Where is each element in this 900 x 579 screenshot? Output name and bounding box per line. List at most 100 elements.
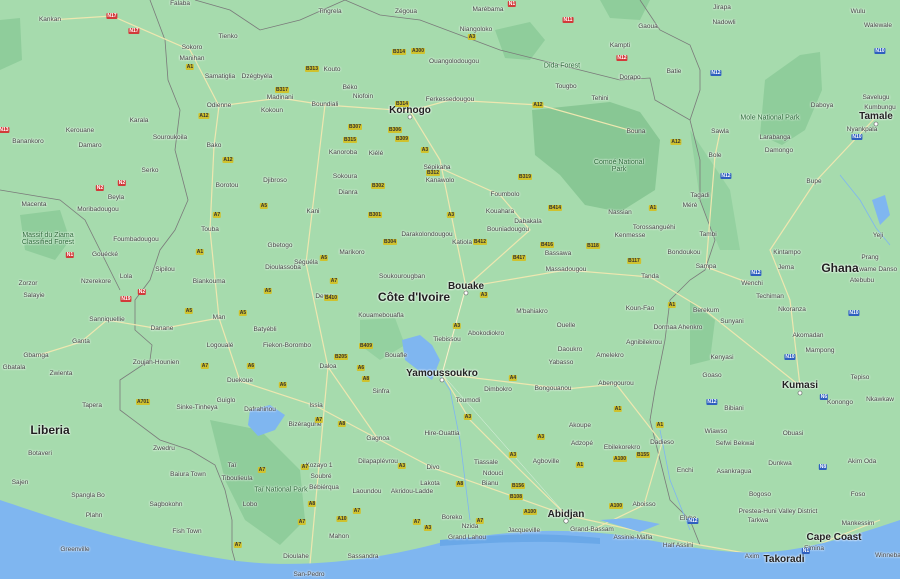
town-label-ouangolodougou[interactable]: Ouangolodougou [429, 58, 479, 66]
town-label-odienne[interactable]: Odienne [207, 102, 232, 110]
town-label-dabakala[interactable]: Dabakala [514, 218, 541, 226]
town-label-nassian[interactable]: Nassian [608, 209, 631, 217]
town-label-wulu[interactable]: Wulu [851, 8, 866, 16]
country-label-ghana[interactable]: Ghana [821, 262, 858, 274]
town-label-dz-gby-la[interactable]: Dzégbyéla [242, 73, 273, 81]
town-label-samatiglia[interactable]: Samatiglia [205, 73, 235, 81]
town-label-atebubu[interactable]: Atebubu [850, 277, 874, 285]
town-label-beyla[interactable]: Beyla [108, 194, 124, 202]
town-label-tiboulieula[interactable]: Tiboulieula [221, 475, 252, 483]
town-label-soubr[interactable]: Soubré [311, 473, 332, 481]
park-label-mole-national-park[interactable]: Mole National Park [740, 115, 800, 122]
town-label-plahn[interactable]: Plahn [86, 512, 103, 520]
town-label-agboville[interactable]: Agboville [533, 458, 559, 466]
town-label-techiman[interactable]: Techiman [756, 293, 784, 301]
town-label-bibiani[interactable]: Bibiani [724, 405, 744, 413]
town-label-sokoura[interactable]: Sokoura [333, 173, 357, 181]
town-label-kouto[interactable]: Kouto [324, 66, 341, 74]
city-label-abidjan[interactable]: Abidjan [548, 510, 585, 520]
town-label-jirapa[interactable]: Jirapa [713, 4, 731, 12]
town-label-half-assini[interactable]: Half Assini [663, 542, 693, 550]
map-canvas[interactable]: Comoé National Park Mole National Park Did… [0, 0, 900, 579]
town-label-zorzor[interactable]: Zorzor [19, 280, 38, 288]
town-label-sipilou[interactable]: Sipilou [155, 266, 175, 274]
town-label-lobo[interactable]: Lobo [243, 501, 257, 509]
town-label-gbetogo[interactable]: Gbetogo [268, 242, 293, 250]
town-label-dioulahe[interactable]: Dioulahe [283, 553, 309, 561]
town-label-baiura-town[interactable]: Baiura Town [170, 471, 206, 479]
town-label-zwedru[interactable]: Zwedru [153, 445, 175, 453]
town-label-moribadougou[interactable]: Moribadougou [77, 206, 119, 214]
town-label-koun-fao[interactable]: Koun-Fao [626, 305, 655, 313]
town-label-ganta[interactable]: Ganta [72, 338, 90, 346]
town-label-tarkwa[interactable]: Tarkwa [748, 517, 769, 525]
town-label-grand-lahou[interactable]: Grand Lahou [448, 534, 486, 542]
town-label-nkoranza[interactable]: Nkoranza [778, 306, 806, 314]
town-label-dafrahinou[interactable]: Dafrahinou [244, 406, 276, 414]
town-label-kintampo[interactable]: Kintampo [773, 249, 800, 257]
town-label-karala[interactable]: Karala [130, 117, 149, 125]
city-label-cape-coast[interactable]: Cape Coast [806, 533, 861, 543]
town-label-damaro[interactable]: Damaro [78, 142, 101, 150]
town-label-bupe[interactable]: Bupe [806, 178, 821, 186]
town-label-darakolondougou[interactable]: Darakolondougou [401, 231, 452, 239]
town-label-kouamebouafla[interactable]: Kouamebouafla [358, 312, 404, 320]
town-label-nkawkaw[interactable]: Nkawkaw [866, 396, 894, 404]
town-label-djibroso[interactable]: Djibroso [263, 177, 287, 185]
town-label-ebilekorekro[interactable]: Ebilekorekro [604, 444, 640, 452]
town-label-hire-ouattia[interactable]: Hire-Ouattia [424, 430, 459, 438]
town-label-foso[interactable]: Foso [851, 491, 865, 499]
town-label-souroukoila[interactable]: Souroukoila [153, 134, 187, 142]
town-label-madinani[interactable]: Madinani [267, 94, 293, 102]
town-label-mar-bama[interactable]: Marébama [472, 6, 503, 14]
town-label-dioulassoba[interactable]: Dioulassoba [265, 264, 301, 272]
town-label-gagnoa[interactable]: Gagnoa [366, 435, 389, 443]
town-label-adzop[interactable]: Adzopé [571, 440, 593, 448]
town-label-ki-l[interactable]: Kiélé [369, 150, 383, 158]
town-label-soukourougban[interactable]: Soukourougban [379, 273, 425, 281]
town-label-biankouma[interactable]: Biankouma [193, 278, 226, 286]
town-label-aboisso[interactable]: Aboisso [632, 501, 655, 509]
country-label-c-te-d-ivoire[interactable]: Côte d'Ivoire [378, 291, 450, 303]
town-label-wiawso[interactable]: Wiawso [705, 428, 728, 436]
town-label-kouahara[interactable]: Kouahara [486, 208, 514, 216]
town-label-konongo[interactable]: Konongo [827, 399, 853, 407]
town-label-kanawolo[interactable]: Kanawolo [426, 177, 455, 185]
town-label-yeji[interactable]: Yeji [873, 232, 883, 240]
town-label-sagbokohn[interactable]: Sagbokohn [150, 501, 183, 509]
town-label-daoukro[interactable]: Daoukro [558, 346, 583, 354]
town-label-akim-oda[interactable]: Akim Oda [848, 458, 877, 466]
town-label-dianra[interactable]: Dianra [338, 189, 357, 197]
town-label-baty-bli[interactable]: Batyébli [253, 326, 276, 334]
town-label-bianu[interactable]: Bianu [482, 480, 499, 488]
park-label-ta-national-park[interactable]: Taï National Park [251, 487, 311, 494]
town-label-toumodi[interactable]: Toumodi [456, 397, 481, 405]
town-label-gbatala[interactable]: Gbatala [3, 364, 26, 372]
town-label-marikoro[interactable]: Marikoro [339, 249, 364, 257]
town-label-sassandra[interactable]: Sassandra [347, 553, 378, 561]
town-label-lakota[interactable]: Lakota [420, 480, 440, 488]
town-label-tiassale[interactable]: Tiassale [474, 459, 498, 467]
town-label-zoujan-hounien[interactable]: Zoujan-Hounien [133, 359, 179, 367]
town-label-torossangu-hi[interactable]: Torossanguéhi [633, 224, 675, 232]
city-label-takoradi[interactable]: Takoradi [764, 555, 805, 565]
town-label-lola[interactable]: Lola [120, 273, 132, 281]
town-label-gaoua[interactable]: Gaoua [638, 23, 658, 31]
town-label-boundiali[interactable]: Boundiali [312, 101, 339, 109]
town-label-batie[interactable]: Batie [667, 68, 682, 76]
town-label-dormaa-ahenkro[interactable]: Dormaa Ahenkro [654, 324, 703, 332]
town-label-kokoun[interactable]: Kokoun [261, 107, 283, 115]
town-label-touba[interactable]: Touba [201, 226, 219, 234]
town-label-sinfra[interactable]: Sinfra [373, 388, 390, 396]
city-label-yamoussoukro[interactable]: Yamoussoukro [406, 369, 478, 379]
town-label-sokoro[interactable]: Sokoro [182, 44, 203, 52]
park-label-dida-forest[interactable]: Dida Forest [532, 63, 592, 70]
town-label-bongouanou[interactable]: Bongouanou [535, 385, 572, 393]
town-label-axim[interactable]: Axim [745, 553, 759, 561]
town-label-niangoloko[interactable]: Niangoloko [460, 26, 493, 34]
city-label-korhogo[interactable]: Korhogo [389, 106, 431, 116]
town-label-akoupe[interactable]: Akoupe [569, 422, 591, 430]
town-label-sanniquellie[interactable]: Sanniquellie [89, 316, 124, 324]
town-label-savelugu[interactable]: Savelugu [862, 94, 889, 102]
town-label-kani[interactable]: Kani [306, 208, 319, 216]
